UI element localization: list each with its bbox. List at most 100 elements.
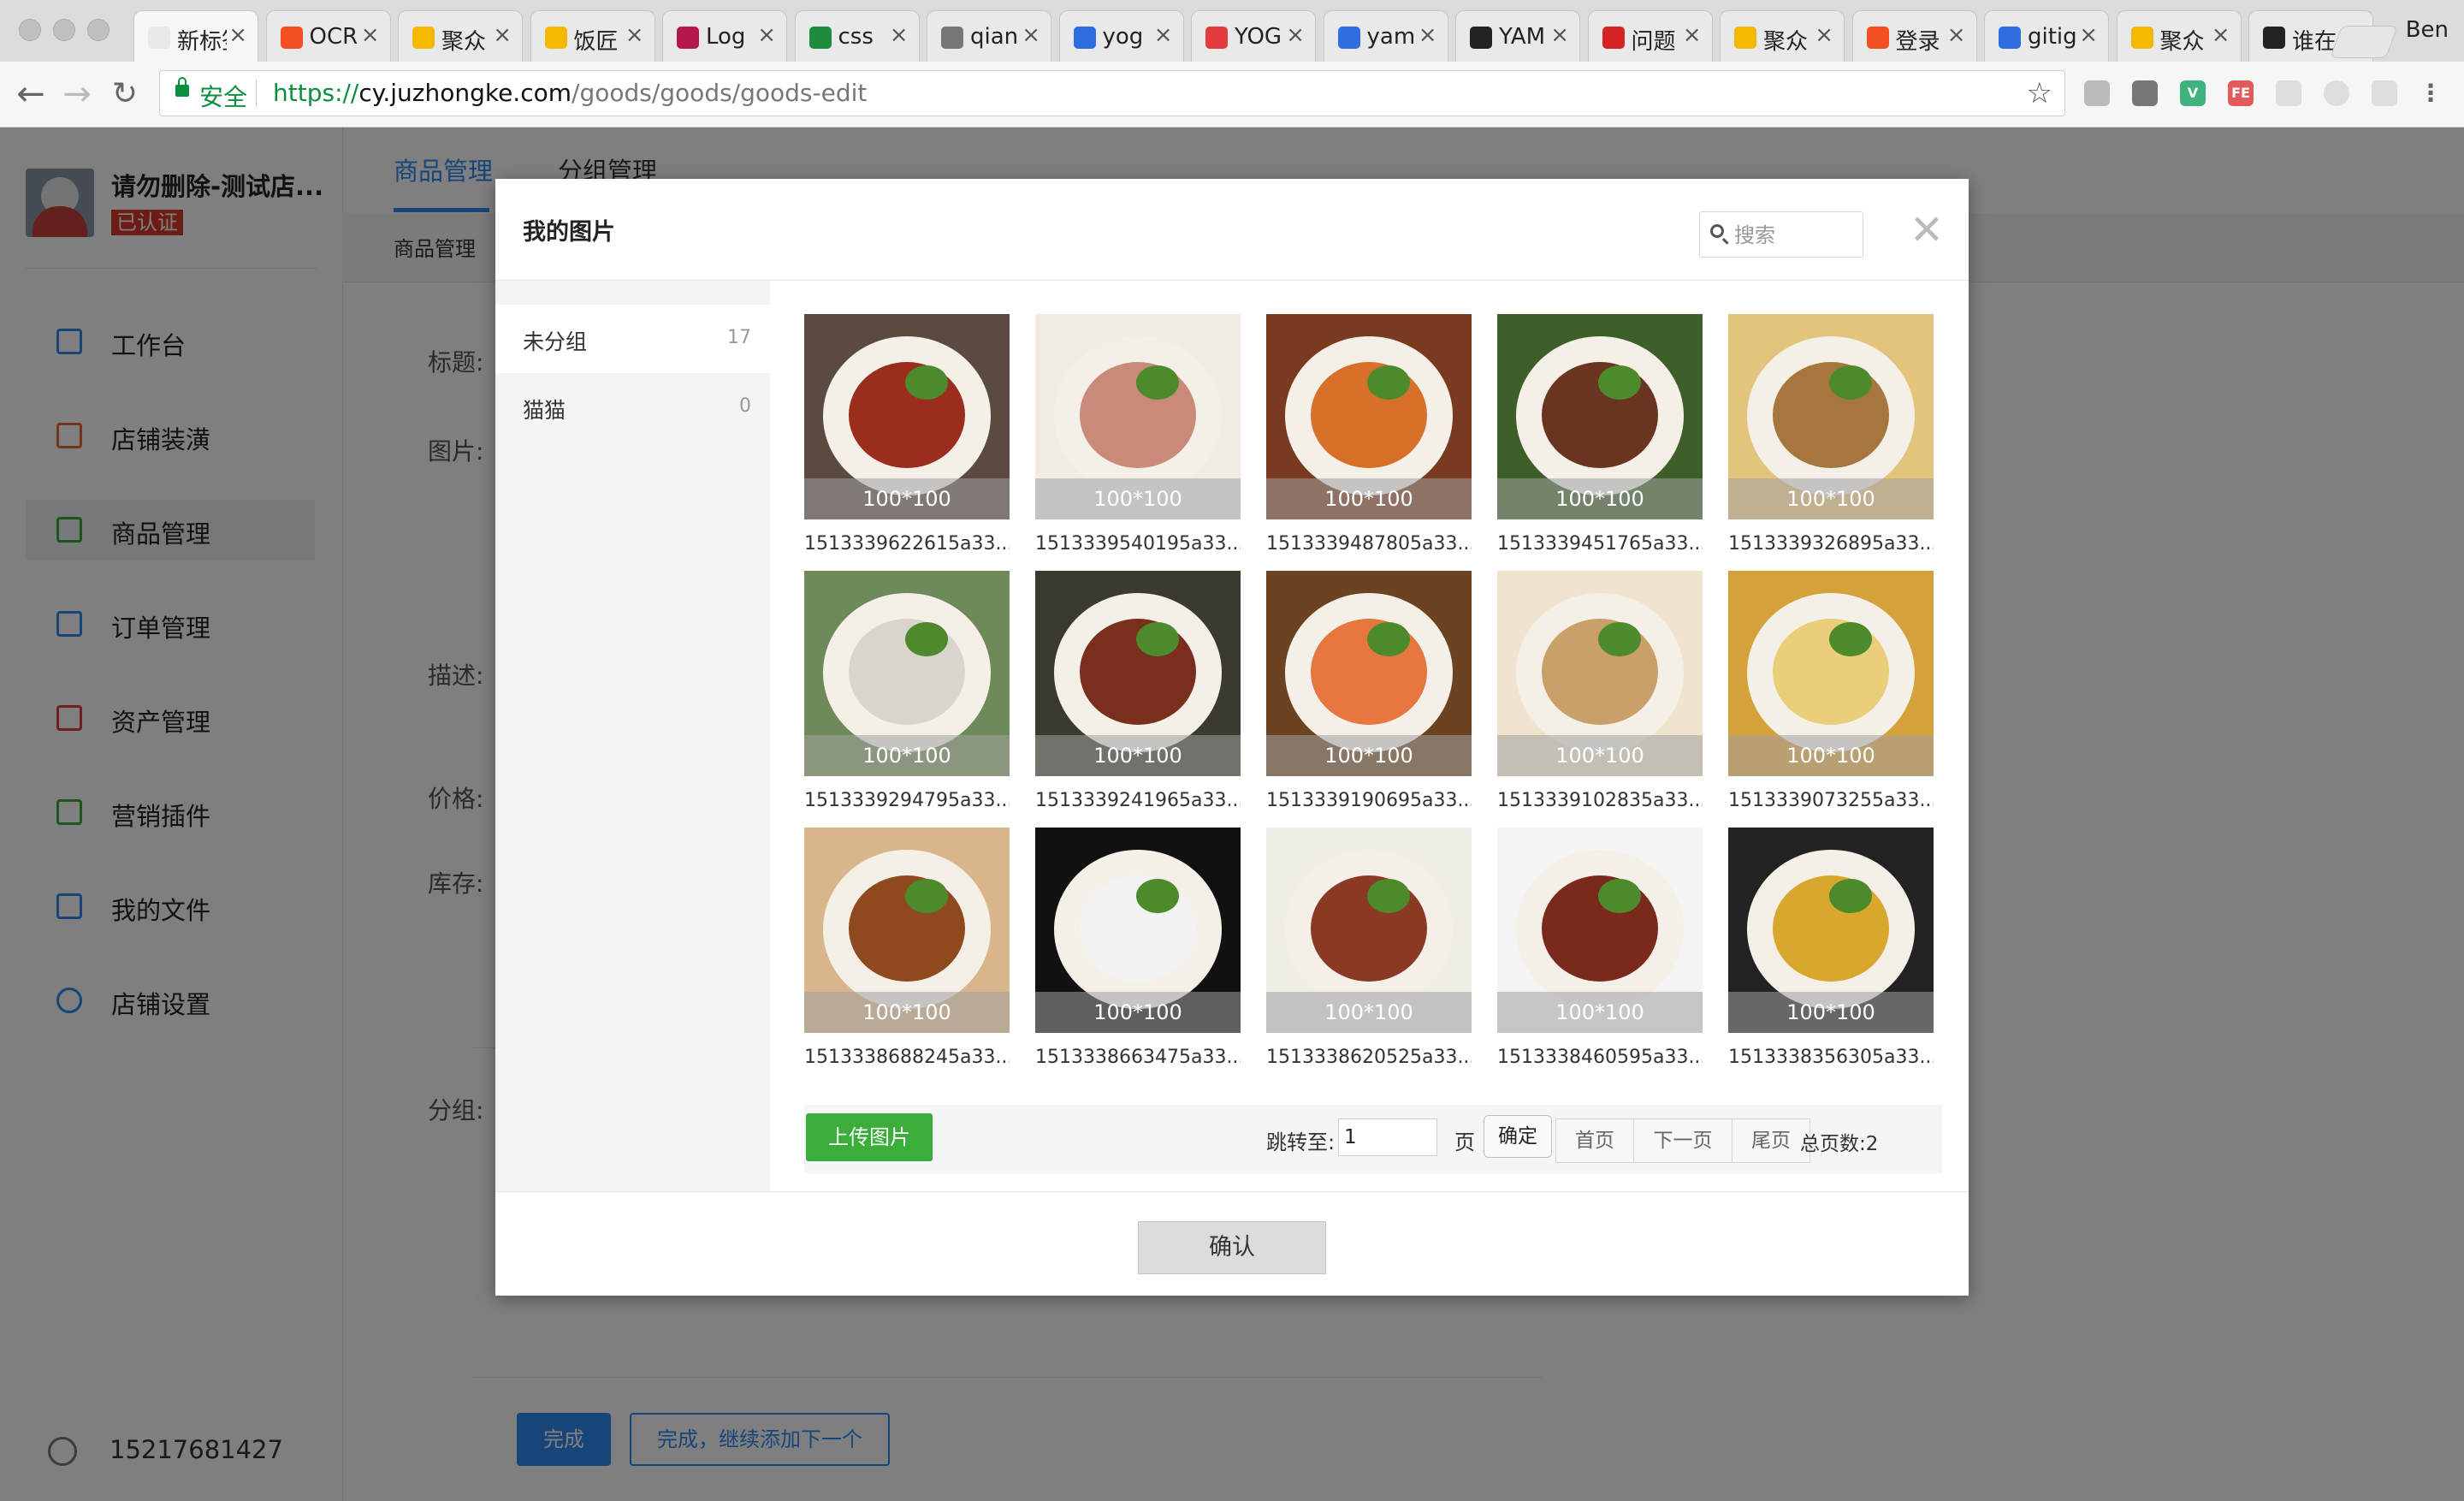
tab-close-icon[interactable]: × (1419, 22, 1437, 48)
browser-tab[interactable]: YOG × (1191, 10, 1316, 62)
image-thumbnail[interactable]: 100*100 (804, 571, 1010, 776)
page-number-input[interactable] (1338, 1118, 1437, 1156)
browser-tab[interactable]: gitig × (1984, 10, 2109, 62)
reload-icon[interactable]: ↻ (106, 75, 144, 113)
juzhong-logo-icon (412, 27, 435, 49)
image-thumbnail[interactable]: 100*100 (1728, 314, 1934, 519)
image-card[interactable]: 100*100 1513338620525a33... (1266, 828, 1472, 1076)
image-thumbnail[interactable]: 100*100 (804, 314, 1010, 519)
browser-tab[interactable]: css × (794, 10, 920, 62)
image-card[interactable]: 100*100 1513338460595a33... (1497, 828, 1703, 1076)
tab-close-icon[interactable]: × (2079, 22, 2098, 48)
search-box[interactable] (1699, 211, 1863, 258)
tab-close-icon[interactable]: × (1947, 22, 1966, 48)
tab-close-icon[interactable]: × (1815, 22, 1833, 48)
browser-tab[interactable]: 聚众 × (1720, 10, 1845, 62)
vue-extension-icon[interactable]: V (2180, 80, 2206, 106)
image-card[interactable]: 100*100 1513338688245a33... (804, 828, 1010, 1076)
circle-extension-icon[interactable] (2324, 80, 2349, 106)
browser-tab[interactable]: 问题 × (1587, 10, 1713, 62)
image-card[interactable]: 100*100 1513339540195a33... (1035, 314, 1241, 562)
first-page-button[interactable]: 首页 (1555, 1118, 1634, 1163)
browser-tab[interactable]: qian × (927, 10, 1051, 62)
tab-close-icon[interactable]: × (1022, 22, 1040, 48)
group-item-cats[interactable]: 猫猫 0 (495, 373, 770, 442)
browser-tab[interactable]: 饭匠 × (530, 10, 655, 62)
evernote-extension-icon[interactable] (2132, 80, 2158, 106)
juzhong-logo-icon (2130, 27, 2153, 49)
proxy-extension-icon[interactable] (2372, 80, 2397, 106)
tab-close-icon[interactable]: × (757, 22, 776, 48)
image-card[interactable]: 100*100 1513339294795a33... (804, 571, 1010, 819)
image-thumbnail[interactable]: 100*100 (1728, 571, 1934, 776)
image-card[interactable]: 100*100 1513338663475a33... (1035, 828, 1241, 1076)
image-thumbnail[interactable]: 100*100 (1266, 571, 1472, 776)
image-thumbnail[interactable]: 100*100 (1035, 571, 1241, 776)
confirm-button[interactable]: 确认 (1138, 1221, 1326, 1274)
window-close-button[interactable] (19, 19, 41, 41)
upload-image-button[interactable]: 上传图片 (806, 1113, 933, 1161)
qr-extension-icon[interactable] (2276, 80, 2301, 106)
browser-tab[interactable]: yog × (1058, 10, 1184, 62)
browser-tab[interactable]: YAM × (1455, 10, 1580, 62)
image-card[interactable]: 100*100 1513339326895a33... (1728, 314, 1934, 562)
image-thumbnail[interactable]: 100*100 (1266, 828, 1472, 1033)
image-thumbnail[interactable]: 100*100 (1497, 828, 1703, 1033)
browser-tab[interactable]: OCR × (265, 10, 391, 62)
image-card[interactable]: 100*100 1513339622615a33... (804, 314, 1010, 562)
new-tab-button[interactable] (2330, 26, 2398, 58)
tab-close-icon[interactable]: × (1550, 22, 1569, 48)
browser-tab[interactable]: Log × (662, 10, 787, 62)
address-bar[interactable]: 安全 https://cy.juzhongke.com/goods/goods/… (159, 70, 2065, 116)
image-thumbnail[interactable]: 100*100 (1266, 314, 1472, 519)
tab-close-icon[interactable]: × (493, 22, 512, 48)
juzhong-logo-icon (1734, 27, 1756, 49)
tab-title: 聚众 (1763, 29, 1809, 55)
browser-tab[interactable]: 聚众 × (398, 10, 523, 62)
image-thumbnail[interactable]: 100*100 (1497, 571, 1703, 776)
last-page-button[interactable]: 尾页 (1732, 1118, 1810, 1163)
profile-name[interactable]: Ben (2406, 17, 2449, 43)
image-card[interactable]: 100*100 1513339241965a33... (1035, 571, 1241, 819)
image-thumbnail[interactable]: 100*100 (1728, 828, 1934, 1033)
image-card[interactable]: 100*100 1513339190695a33... (1266, 571, 1472, 819)
menu-kebab-icon[interactable]: ⋮ (2418, 80, 2443, 106)
tab-close-icon[interactable]: × (1683, 22, 1702, 48)
image-thumbnail[interactable]: 100*100 (1497, 314, 1703, 519)
next-page-button[interactable]: 下一页 (1633, 1118, 1732, 1163)
browser-tab[interactable]: 登录 × (1851, 10, 1977, 62)
window-minimize-button[interactable] (53, 19, 75, 41)
image-dimensions: 100*100 (1035, 992, 1241, 1033)
tab-close-icon[interactable]: × (890, 22, 909, 48)
image-card[interactable]: 100*100 1513339451765a33... (1497, 314, 1703, 562)
reader-extension-icon[interactable] (2084, 80, 2110, 106)
tab-title: 新标签页 (177, 29, 227, 55)
image-thumbnail[interactable]: 100*100 (804, 828, 1010, 1033)
forward-arrow-icon[interactable]: → (58, 75, 96, 113)
bookmark-star-icon[interactable]: ☆ (2027, 76, 2052, 110)
group-item-ungrouped[interactable]: 未分组 17 (495, 305, 770, 373)
tab-close-icon[interactable]: × (625, 22, 644, 48)
browser-tab[interactable]: 新标签页× (133, 10, 258, 62)
tab-close-icon[interactable]: × (2212, 22, 2230, 48)
tab-close-icon[interactable]: × (361, 22, 380, 48)
image-thumbnail[interactable]: 100*100 (1035, 828, 1241, 1033)
image-thumbnail[interactable]: 100*100 (1035, 314, 1241, 519)
tab-close-icon[interactable]: × (228, 22, 247, 48)
tab-close-icon[interactable]: × (1286, 22, 1305, 48)
go-to-page-button[interactable]: 确定 (1484, 1115, 1552, 1158)
browser-tab[interactable]: yam × (1323, 10, 1448, 62)
url-text[interactable]: https://cy.juzhongke.com/goods/goods/goo… (273, 79, 867, 107)
window-zoom-button[interactable] (87, 19, 110, 41)
browser-tab[interactable]: 聚众 × (2116, 10, 2242, 62)
image-card[interactable]: 100*100 1513338356305a33... (1728, 828, 1934, 1076)
image-card[interactable]: 100*100 1513339102835a33... (1497, 571, 1703, 819)
image-card[interactable]: 100*100 1513339487805a33... (1266, 314, 1472, 562)
back-arrow-icon[interactable]: ← (12, 75, 50, 113)
fe-extension-icon[interactable]: FE (2228, 80, 2254, 106)
tab-close-icon[interactable]: × (1154, 22, 1173, 48)
search-input[interactable] (1732, 219, 1860, 252)
close-icon[interactable]: ✕ (1905, 209, 1948, 252)
image-card[interactable]: 100*100 1513339073255a33... (1728, 571, 1934, 819)
image-filename: 1513339540195a33... (1035, 533, 1241, 555)
